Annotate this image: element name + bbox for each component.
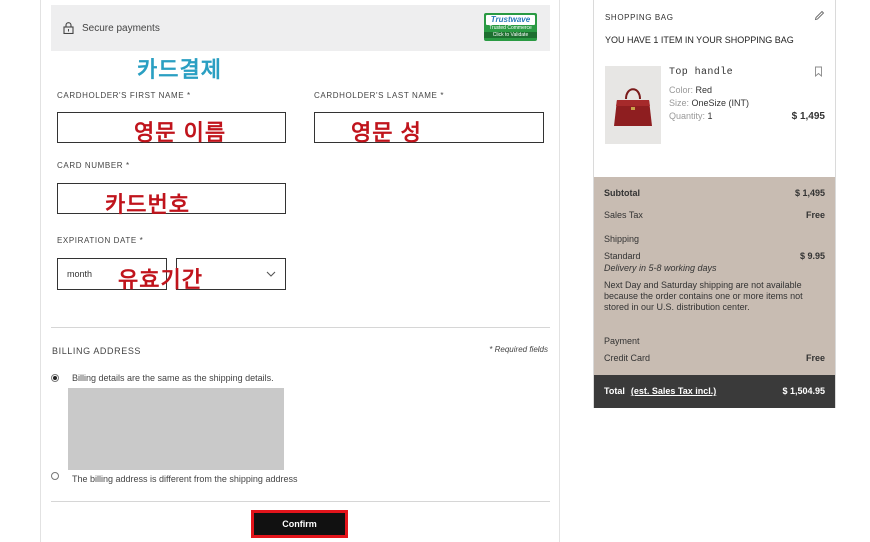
- month-select-value: month: [67, 269, 93, 279]
- required-fields-note: * Required fields: [489, 345, 548, 354]
- product-price: $ 1,495: [791, 111, 825, 122]
- credit-card-value: Free: [805, 353, 825, 363]
- form-right-border: [559, 0, 560, 542]
- secure-payments-label: Secure payments: [82, 23, 160, 34]
- product-quantity: Quantity: 1: [669, 111, 713, 121]
- standard-shipping-label: Standard: [604, 251, 641, 261]
- first-name-label: CARDHOLDER'S FIRST NAME *: [57, 91, 191, 100]
- edit-pencil-icon[interactable]: [814, 10, 825, 21]
- order-summary: Subtotal $ 1,495 Sales Tax Free Shipping…: [594, 177, 835, 375]
- shipping-label: Shipping: [604, 234, 640, 244]
- confirm-button[interactable]: Confirm: [251, 510, 348, 538]
- subtotal-value: $ 1,495: [794, 188, 825, 198]
- secure-payments-bar: Secure payments Trustwave Trusted Commer…: [51, 5, 550, 51]
- section-divider: [51, 327, 550, 328]
- product-quantity-value: 1: [707, 111, 713, 121]
- sales-tax-link[interactable]: (est. Sales Tax incl.): [631, 386, 716, 396]
- billing-different-radio[interactable]: [51, 472, 59, 480]
- product-size: Size: OneSize (INT): [669, 98, 750, 108]
- payment-label: Payment: [604, 336, 640, 346]
- sales-tax-label: Sales Tax: [604, 210, 643, 220]
- delivery-note: Delivery in 5-8 working days: [604, 263, 717, 273]
- left-page-border: [40, 0, 41, 542]
- product-color: Color: Red: [669, 85, 713, 95]
- total-value: $ 1,504.95: [782, 386, 825, 396]
- billing-same-label[interactable]: Billing details are the same as the ship…: [72, 373, 274, 383]
- sales-tax-value: Free: [805, 210, 825, 220]
- last-name-label: CARDHOLDER'S LAST NAME *: [314, 91, 445, 100]
- product-size-value: OneSize (INT): [691, 98, 750, 108]
- shopping-bag-title: SHOPPING BAG: [605, 13, 674, 22]
- annotation-card-payment: 카드결제: [137, 57, 222, 82]
- billing-different-label[interactable]: The billing address is different from th…: [72, 474, 297, 484]
- bottom-divider: [51, 501, 550, 502]
- billing-same-radio[interactable]: [51, 374, 59, 382]
- trust-badge-title: Trustwave: [486, 15, 535, 25]
- total-label-group: Total (est. Sales Tax incl.): [604, 386, 716, 396]
- annotation-card-number: 카드번호: [105, 192, 190, 217]
- expiration-date-label: EXPIRATION DATE *: [57, 236, 144, 245]
- subtotal-label: Subtotal: [604, 188, 640, 198]
- trustwave-badge[interactable]: Trustwave Trusted Commerce Click to Vali…: [484, 13, 537, 41]
- bookmark-icon[interactable]: [814, 66, 823, 77]
- standard-shipping-row: Standard $ 9.95: [604, 251, 825, 261]
- subtotal-row: Subtotal $ 1,495: [604, 188, 825, 198]
- last-name-field[interactable]: [314, 112, 544, 143]
- product-color-value: Red: [695, 85, 713, 95]
- annotation-last-name: 영문 성: [351, 120, 422, 145]
- total-label: Total: [604, 386, 625, 396]
- credit-card-row: Credit Card Free: [604, 353, 825, 363]
- chevron-down-icon: [266, 271, 276, 277]
- shopping-bag-count: YOU HAVE 1 ITEM IN YOUR SHOPPING BAG: [605, 35, 794, 45]
- order-total: Total (est. Sales Tax incl.) $ 1,504.95: [594, 375, 835, 408]
- trust-badge-subtitle: Trusted Commerce: [489, 25, 532, 31]
- annotation-first-name: 영문 이름: [134, 120, 227, 145]
- standard-shipping-value: $ 9.95: [799, 251, 825, 261]
- billing-address-heading: BILLING ADDRESS: [52, 346, 142, 356]
- shopping-bag-panel: SHOPPING BAG YOU HAVE 1 ITEM IN YOUR SHO…: [593, 0, 836, 408]
- product-image[interactable]: [605, 66, 661, 144]
- handbag-image: [614, 88, 652, 126]
- card-number-label: CARD NUMBER *: [57, 161, 130, 170]
- lock-icon: [63, 22, 74, 34]
- annotation-expiration: 유효기간: [118, 267, 203, 292]
- trust-badge-validate: Click to Validate: [484, 32, 537, 38]
- credit-card-label: Credit Card: [604, 353, 651, 363]
- shipping-availability-note: Next Day and Saturday shipping are not a…: [604, 280, 803, 312]
- sales-tax-row: Sales Tax Free: [604, 210, 825, 220]
- product-name[interactable]: Top handle: [669, 67, 733, 78]
- shipping-address-preview: [68, 388, 284, 470]
